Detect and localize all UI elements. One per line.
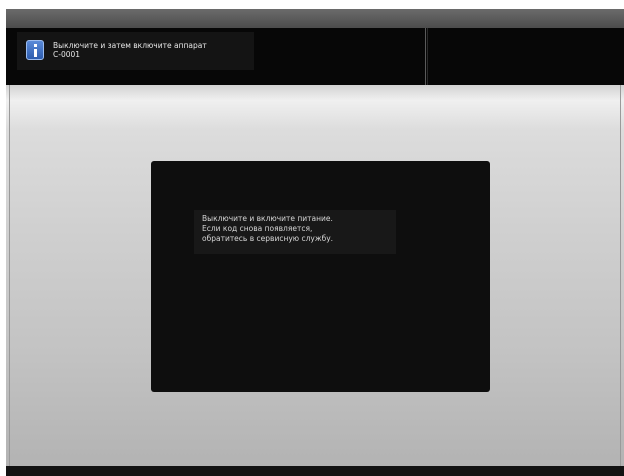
status-message-title: Выключите и затем включите аппарат	[53, 41, 207, 50]
dialog-message: Выключите и включите питание. Если код с…	[194, 210, 396, 254]
dialog-line-2: Если код снова появляется,	[202, 224, 313, 233]
header-bar: Выключите и затем включите аппарат C-000…	[6, 28, 624, 85]
error-dialog: Выключите и включите питание. Если код с…	[151, 161, 490, 392]
top-strip	[6, 9, 624, 28]
info-icon	[26, 40, 44, 60]
content-area: Выключите и включите питание. Если код с…	[6, 85, 624, 466]
info-icon-dot	[34, 44, 37, 47]
info-icon-bar	[34, 49, 37, 57]
header-divider-shadow	[427, 28, 428, 85]
status-message: Выключите и затем включите аппарат C-000…	[17, 32, 254, 70]
dialog-line-1: Выключите и включите питание.	[202, 214, 333, 223]
dialog-line-3: обратитесь в сервисную службу.	[202, 234, 334, 243]
bottom-strip	[6, 466, 624, 476]
status-message-code: C-0001	[53, 50, 81, 59]
header-divider	[425, 28, 426, 85]
device-screen: Выключите и затем включите аппарат C-000…	[6, 9, 624, 476]
